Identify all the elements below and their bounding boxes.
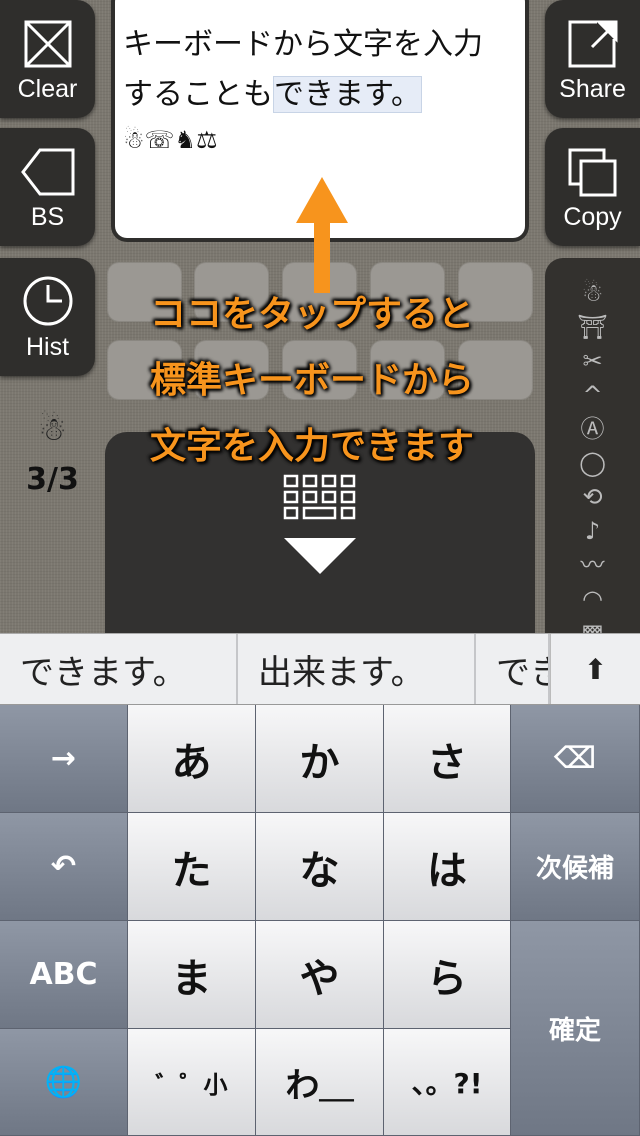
- clear-button[interactable]: Clear: [0, 0, 95, 118]
- symbol[interactable]: ☃: [582, 276, 604, 310]
- backspace-icon: [20, 148, 74, 196]
- history-button[interactable]: Hist: [0, 258, 95, 376]
- key-ra[interactable]: ら: [384, 921, 511, 1029]
- backspace-button[interactable]: BS: [0, 128, 95, 246]
- candidate-bar: できます。 出来ます。 できる ⬆: [0, 633, 640, 705]
- key-arrow-right[interactable]: →: [0, 705, 128, 813]
- key-delete[interactable]: ⌫: [511, 705, 640, 813]
- key-ma[interactable]: ま: [128, 921, 256, 1029]
- key-sa[interactable]: さ: [384, 705, 511, 813]
- japanese-keyboard: → あ か さ ⌫ ↶ た な は 次候補 ABC ま や ら 確定 🌐 ゛゜小…: [0, 705, 640, 1136]
- key-next-candidate[interactable]: 次候補: [511, 813, 640, 921]
- hint-overlay: ココをタップすると 標準キーボードから 文字を入力できます: [150, 282, 474, 480]
- symbol[interactable]: ⟲: [582, 480, 602, 514]
- key-ya[interactable]: や: [256, 921, 384, 1029]
- emoji-line: ☃☏♞⚖: [123, 126, 218, 154]
- arrow-up-icon: ⬆: [583, 652, 608, 686]
- text-line-1: キーボードから文字を入力: [123, 27, 483, 62]
- hint-line: 標準キーボードから: [150, 360, 475, 401]
- key-ha[interactable]: は: [384, 813, 511, 921]
- symbol[interactable]: ◯: [579, 446, 606, 480]
- text-line-2: することもできます。: [123, 70, 517, 120]
- clear-label: Clear: [17, 75, 78, 103]
- history-count: 3/3: [26, 462, 79, 497]
- expand-candidates-button[interactable]: ⬆: [550, 634, 640, 704]
- key-ka[interactable]: か: [256, 705, 384, 813]
- clock-icon: [23, 276, 72, 326]
- share-icon: [568, 20, 617, 68]
- x-box-icon: [24, 20, 71, 68]
- symbol[interactable]: ^: [582, 378, 602, 412]
- symbol[interactable]: ♪: [585, 514, 600, 548]
- bs-label: BS: [30, 203, 65, 231]
- hint-line: 文字を入力できます: [150, 426, 475, 467]
- key-undo[interactable]: ↶: [0, 813, 128, 921]
- key-punctuation[interactable]: 、。?!: [384, 1029, 511, 1136]
- copy-label: Copy: [563, 203, 622, 231]
- symbol[interactable]: Ⓐ: [581, 412, 605, 446]
- marked-text: できます。: [273, 76, 422, 113]
- key-a[interactable]: あ: [128, 705, 256, 813]
- key-na[interactable]: な: [256, 813, 384, 921]
- key-confirm[interactable]: 確定: [511, 921, 640, 1136]
- text-plain: することも: [123, 77, 273, 112]
- candidate[interactable]: できます。: [0, 634, 238, 704]
- copy-icon: [568, 148, 616, 197]
- symbol-palette[interactable]: ☃ ⛩ ✂ ^ Ⓐ ◯ ⟲ ♪ 〰 ◠ ▩: [545, 258, 640, 647]
- key-globe[interactable]: 🌐: [0, 1029, 128, 1136]
- key-abc[interactable]: ABC: [0, 921, 128, 1029]
- candidate[interactable]: 出来ます。: [238, 634, 476, 704]
- symbol[interactable]: ◠: [582, 582, 603, 616]
- key-wa[interactable]: わ＿: [256, 1029, 384, 1136]
- arrow-up-icon: [296, 177, 348, 293]
- share-button[interactable]: Share: [545, 0, 640, 118]
- key-ta[interactable]: た: [128, 813, 256, 921]
- candidate[interactable]: できる: [476, 634, 550, 704]
- symbol[interactable]: ⛩: [577, 310, 607, 344]
- symbol[interactable]: ✂: [582, 344, 602, 378]
- hint-line: ココをタップすると: [150, 294, 475, 335]
- share-label: Share: [559, 75, 626, 103]
- keyboard-hide-icon: [283, 474, 356, 574]
- symbol[interactable]: 〰: [581, 548, 605, 582]
- snowman-icon: ☃: [38, 410, 67, 448]
- hist-label: Hist: [25, 333, 70, 361]
- key-dakuten[interactable]: ゛゜小: [128, 1029, 256, 1136]
- copy-button[interactable]: Copy: [545, 128, 640, 246]
